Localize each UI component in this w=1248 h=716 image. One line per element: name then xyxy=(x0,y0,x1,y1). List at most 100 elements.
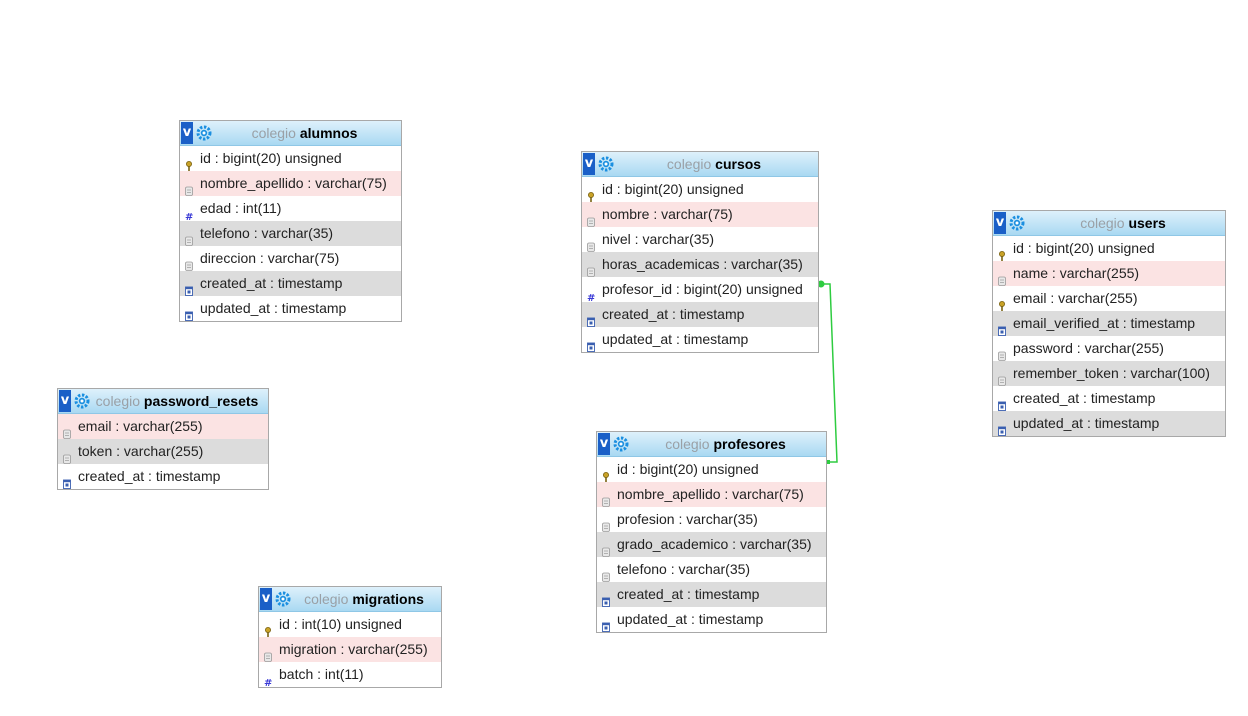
field-row[interactable]: nombre_apellido : varchar(75) xyxy=(180,171,401,196)
toggle-fields-button[interactable]: v xyxy=(994,212,1006,234)
field-row[interactable]: created_at : timestamp xyxy=(993,386,1225,411)
field-row[interactable]: id : int(10) unsigned xyxy=(259,612,441,637)
table-profesores[interactable]: v colegio profesores id : bigint(20) uns… xyxy=(596,431,827,633)
table-alumnos[interactable]: v colegio alumnos id : bigint(20) unsign… xyxy=(179,120,402,322)
field-row[interactable]: nombre_apellido : varchar(75) xyxy=(597,482,826,507)
svg-text:#: # xyxy=(587,293,595,302)
field-row[interactable]: id : bigint(20) unsigned xyxy=(180,146,401,171)
field-row[interactable]: created_at : timestamp xyxy=(597,582,826,607)
key-icon xyxy=(602,465,610,482)
field-label: id : bigint(20) unsigned xyxy=(1013,240,1155,256)
svg-text:#: # xyxy=(264,678,272,687)
field-label: edad : int(11) xyxy=(200,200,282,216)
table-header-password-resets[interactable]: v colegio password_resets xyxy=(58,389,268,414)
field-label: created_at : timestamp xyxy=(617,586,760,602)
field-row[interactable]: created_at : timestamp xyxy=(582,302,818,327)
field-row[interactable]: id : bigint(20) unsigned xyxy=(597,457,826,482)
field-row[interactable]: name : varchar(255) xyxy=(993,261,1225,286)
date-field-icon xyxy=(998,419,1006,436)
toggle-fields-button[interactable]: v xyxy=(260,588,272,610)
field-label: nombre_apellido : varchar(75) xyxy=(200,175,387,191)
field-row[interactable]: profesion : varchar(35) xyxy=(597,507,826,532)
toggle-fields-button[interactable]: v xyxy=(583,153,595,175)
field-label: email_verified_at : timestamp xyxy=(1013,315,1196,331)
table-title: colegio cursos xyxy=(666,156,762,172)
field-row[interactable]: email : varchar(255) xyxy=(58,414,268,439)
field-row[interactable]: created_at : timestamp xyxy=(180,271,401,296)
table-header-alumnos[interactable]: v colegio alumnos xyxy=(180,121,401,146)
field-row[interactable]: direccion : varchar(75) xyxy=(180,246,401,271)
field-label: nombre_apellido : varchar(75) xyxy=(617,486,804,502)
text-field-icon xyxy=(587,260,595,277)
field-row[interactable]: id : bigint(20) unsigned xyxy=(993,236,1225,261)
field-row[interactable]: email_verified_at : timestamp xyxy=(993,311,1225,336)
svg-text:#: # xyxy=(185,212,193,221)
field-label: updated_at : timestamp xyxy=(617,611,764,627)
field-row[interactable]: token : varchar(255) xyxy=(58,439,268,464)
table-title: colegio profesores xyxy=(665,436,786,452)
key-icon xyxy=(264,620,272,637)
text-field-icon xyxy=(998,344,1006,361)
field-row[interactable]: updated_at : timestamp xyxy=(597,607,826,632)
date-field-icon xyxy=(63,472,71,489)
table-cursos[interactable]: v colegio cursos id : bigint(20) unsigne… xyxy=(581,151,819,353)
text-field-icon xyxy=(998,369,1006,386)
field-row[interactable]: updated_at : timestamp xyxy=(993,411,1225,436)
field-row[interactable]: # profesor_id : bigint(20) unsigned xyxy=(582,277,818,304)
number-field-icon: # xyxy=(185,204,193,223)
field-label: id : bigint(20) unsigned xyxy=(200,150,342,166)
field-row[interactable]: remember_token : varchar(100) xyxy=(993,361,1225,386)
field-label: horas_academicas : varchar(35) xyxy=(602,256,803,272)
date-field-icon xyxy=(185,279,193,296)
number-field-icon: # xyxy=(587,285,595,304)
field-row[interactable]: migration : varchar(255) xyxy=(259,637,441,662)
field-row[interactable]: # batch : int(11) xyxy=(259,662,441,689)
field-row[interactable]: created_at : timestamp xyxy=(58,464,268,489)
field-label: batch : int(11) xyxy=(279,666,364,682)
key-icon xyxy=(185,154,193,171)
field-label: created_at : timestamp xyxy=(78,468,221,484)
field-label: updated_at : timestamp xyxy=(200,300,347,316)
table-migrations[interactable]: v colegio migrations id : int(10) unsign… xyxy=(258,586,442,689)
table-title: colegio alumnos xyxy=(251,125,358,141)
table-header-migrations[interactable]: v colegio migrations xyxy=(259,587,441,612)
field-label: profesor_id : bigint(20) unsigned xyxy=(602,281,803,297)
text-field-icon xyxy=(185,179,193,196)
table-users[interactable]: v colegio users id : bigint(20) unsigned… xyxy=(992,210,1226,437)
field-label: token : varchar(255) xyxy=(78,443,204,459)
field-row[interactable]: nivel : varchar(35) xyxy=(582,227,818,252)
text-field-icon xyxy=(602,540,610,557)
table-header-users[interactable]: v colegio users xyxy=(993,211,1225,236)
field-label: telefono : varchar(35) xyxy=(617,561,751,577)
field-label: profesion : varchar(35) xyxy=(617,511,758,527)
date-field-icon xyxy=(602,615,610,632)
field-row[interactable]: id : bigint(20) unsigned xyxy=(582,177,818,202)
toggle-fields-button[interactable]: v xyxy=(181,122,193,144)
field-row[interactable]: password : varchar(255) xyxy=(993,336,1225,361)
field-row[interactable]: grado_academico : varchar(35) xyxy=(597,532,826,557)
toggle-fields-button[interactable]: v xyxy=(59,390,71,412)
field-label: email : varchar(255) xyxy=(78,418,203,434)
field-row[interactable]: horas_academicas : varchar(35) xyxy=(582,252,818,277)
date-field-icon xyxy=(998,319,1006,336)
field-row[interactable]: telefono : varchar(35) xyxy=(180,221,401,246)
field-label: direccion : varchar(75) xyxy=(200,250,340,266)
table-password-resets[interactable]: v colegio password_resets email : varcha… xyxy=(57,388,269,490)
number-field-icon: # xyxy=(264,670,272,689)
field-row[interactable]: email : varchar(255) xyxy=(993,286,1225,311)
toggle-fields-button[interactable]: v xyxy=(598,433,610,455)
table-header-cursos[interactable]: v colegio cursos xyxy=(582,152,818,177)
text-field-icon xyxy=(998,269,1006,286)
field-row[interactable]: telefono : varchar(35) xyxy=(597,557,826,582)
field-label: telefono : varchar(35) xyxy=(200,225,334,241)
text-field-icon xyxy=(602,565,610,582)
field-row[interactable]: # edad : int(11) xyxy=(180,196,401,223)
field-row[interactable]: updated_at : timestamp xyxy=(180,296,401,321)
field-label: email : varchar(255) xyxy=(1013,290,1138,306)
field-label: nombre : varchar(75) xyxy=(602,206,733,222)
field-row[interactable]: nombre : varchar(75) xyxy=(582,202,818,227)
field-row[interactable]: updated_at : timestamp xyxy=(582,327,818,352)
table-header-profesores[interactable]: v colegio profesores xyxy=(597,432,826,457)
date-field-icon xyxy=(602,590,610,607)
table-title: colegio migrations xyxy=(304,591,424,607)
